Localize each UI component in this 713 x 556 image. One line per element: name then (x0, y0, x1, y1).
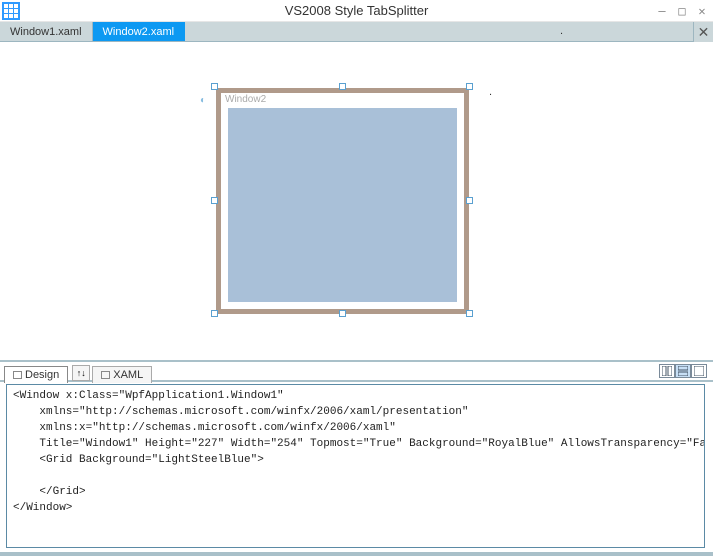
document-tabstrip: Window1.xaml Window2.xaml . ✕ (0, 22, 713, 42)
tab-window2[interactable]: Window2.xaml (93, 22, 186, 41)
preview-titlebar: Window2 (221, 93, 464, 106)
design-pane-icon (13, 371, 22, 379)
code-line: <Window x:Class="WpfApplication1.Window1… (13, 390, 284, 402)
xaml-tab[interactable]: XAML (92, 366, 152, 383)
code-line: xmlns:x="http://schemas.microsoft.com/wi… (13, 422, 396, 434)
close-button[interactable]: ✕ (695, 4, 709, 18)
layout-vertical-button[interactable] (659, 364, 675, 378)
code-line: <Grid Background="LightSteelBlue"> (13, 454, 264, 466)
window-controls: — □ ✕ (655, 4, 709, 18)
xaml-tab-label: XAML (113, 369, 143, 381)
resize-handle-sw[interactable] (211, 310, 218, 317)
resize-handle-e[interactable] (466, 197, 473, 204)
design-tab-label: Design (25, 369, 59, 381)
design-tab[interactable]: Design (4, 366, 68, 383)
layout-horizontal-button[interactable] (675, 364, 691, 378)
resize-handle-nw[interactable] (211, 83, 218, 90)
tab-close-button[interactable]: ✕ (693, 22, 713, 42)
designer-window-preview[interactable]: Window2 (216, 88, 469, 314)
resize-handle-s[interactable] (339, 310, 346, 317)
snap-glyph-icon: ◐ (200, 95, 206, 106)
design-xaml-splitter[interactable]: Design ↑↓ XAML (0, 360, 713, 382)
minimize-button[interactable]: — (655, 4, 669, 18)
resize-handle-ne[interactable] (466, 83, 473, 90)
swap-panes-button[interactable]: ↑↓ (72, 365, 90, 381)
code-line: xmlns="http://schemas.microsoft.com/winf… (13, 406, 468, 418)
resize-handle-se[interactable] (466, 310, 473, 317)
bottom-border (0, 552, 713, 556)
xaml-pane-icon (101, 371, 110, 379)
resize-handle-n[interactable] (339, 83, 346, 90)
tab-window1[interactable]: Window1.xaml (0, 22, 93, 41)
designer-marker: . (489, 86, 492, 98)
app-icon (2, 2, 20, 20)
split-layout-buttons (659, 364, 707, 378)
xaml-code-editor[interactable]: <Window x:Class="WpfApplication1.Window1… (6, 384, 705, 548)
layout-collapse-button[interactable] (691, 364, 707, 378)
tab-overflow-indicator: . (560, 25, 563, 37)
maximize-button[interactable]: □ (675, 4, 689, 18)
code-line: Title="Window1" Height="227" Width="254"… (13, 438, 705, 450)
preview-grid-body[interactable] (228, 108, 457, 302)
code-line: </Window> (13, 502, 72, 514)
titlebar[interactable]: VS2008 Style TabSplitter — □ ✕ (0, 0, 713, 22)
window-title: VS2008 Style TabSplitter (285, 3, 429, 18)
resize-handle-w[interactable] (211, 197, 218, 204)
designer-surface[interactable]: Window2 ◐ . (0, 42, 713, 360)
code-line: </Grid> (13, 486, 86, 498)
